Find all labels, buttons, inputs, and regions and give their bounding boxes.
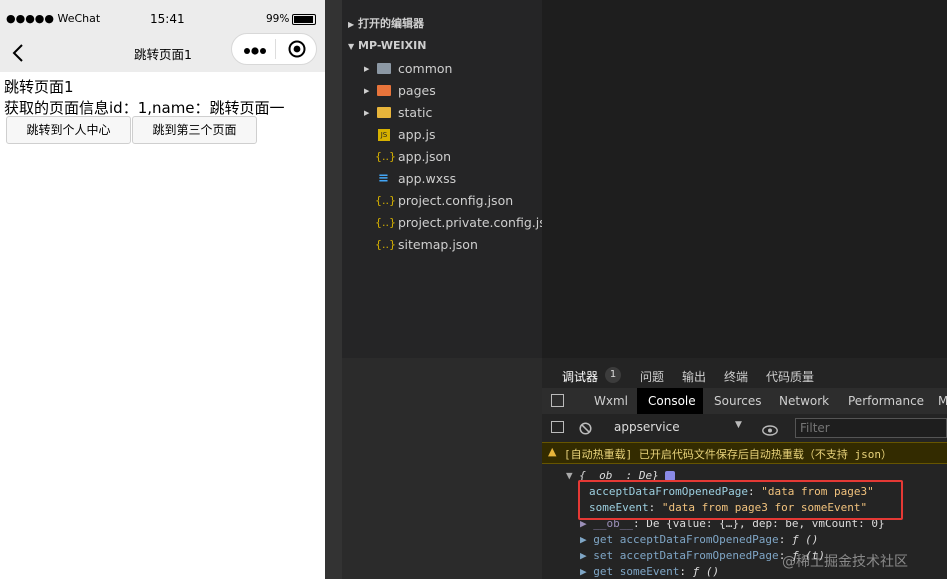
capsule-divider — [275, 39, 276, 59]
log-line: ▶ get acceptDataFromOpenedPage: ƒ () — [580, 533, 819, 546]
goto-user-center-button[interactable]: 跳转到个人中心 — [6, 116, 131, 144]
goto-third-page-button[interactable]: 跳到第三个页面 — [132, 116, 257, 144]
tab-network[interactable]: Network — [779, 394, 829, 408]
signal-carrier: ●●●●● WeChat — [6, 12, 101, 25]
nav-title: 跳转页面1 — [134, 47, 192, 62]
json-file-icon: {..} — [375, 216, 396, 229]
tab-code-quality[interactable]: 代码质量 — [766, 368, 814, 385]
js-file-icon: JS — [378, 129, 390, 141]
file-explorer: ▶ 打开的编辑器 ▼ MP-WEIXIN ▶ common ▶ pages ▶ … — [342, 0, 558, 358]
tree-item-sitemap[interactable]: {..} sitemap.json — [342, 234, 542, 256]
open-editors-section[interactable]: ▶ 打开的编辑器 — [348, 13, 548, 35]
tab-more[interactable]: M — [938, 394, 947, 408]
tree-item-project-config[interactable]: {..} project.config.json — [342, 190, 542, 212]
context-dropdown-icon[interactable]: ▼ — [735, 420, 742, 430]
warning-icon: ▲ — [548, 445, 557, 458]
json-file-icon: {..} — [375, 238, 396, 251]
log-line: ▶ get someEvent: ƒ () — [580, 565, 720, 578]
devtools-tab-bar: Wxml Console Sources Network Performance… — [542, 388, 947, 414]
chevron-down-icon: ▼ — [348, 42, 355, 51]
warning-row: ▲ [自动热重载] 已开启代码文件保存后自动热重载（不支持 json） — [542, 442, 947, 464]
tree-item-app-js[interactable]: JS app.js — [342, 124, 542, 146]
tab-console[interactable]: Console — [648, 394, 696, 408]
clear-console-icon[interactable] — [579, 420, 592, 435]
status-bar: ●●●●● WeChat 15:41 99% — [0, 0, 325, 36]
tab-problems[interactable]: 问题 — [640, 368, 664, 385]
battery-icon — [292, 14, 316, 25]
sidebar-toggle-icon[interactable] — [551, 421, 564, 433]
tree-item-static[interactable]: ▶ static — [342, 102, 542, 124]
tree-item-project-private-config[interactable]: {..} project.private.config.js... — [342, 212, 558, 234]
eye-icon[interactable] — [762, 421, 778, 436]
watermark: @稀土掘金技术社区 — [782, 554, 908, 570]
more-dots-icon[interactable] — [242, 42, 270, 56]
tree-item-common[interactable]: ▶ common — [342, 58, 542, 80]
battery-percent: 99% — [266, 13, 290, 25]
tab-sources[interactable]: Sources — [714, 394, 761, 408]
page-heading: 跳转页面1 — [4, 78, 74, 96]
panel-gutter — [325, 0, 342, 579]
folder-yellow-icon — [377, 107, 391, 118]
json-file-icon: {..} — [375, 150, 396, 163]
page-info: 获取的页面信息id：1,name：跳转页面一 — [4, 99, 285, 117]
close-miniprogram-icon[interactable] — [288, 40, 306, 58]
pages-folder-icon — [377, 85, 391, 96]
context-select[interactable]: appservice — [614, 420, 680, 434]
tab-wxml[interactable]: Wxml — [594, 394, 628, 408]
editor-area — [542, 0, 947, 358]
chevron-right-icon: ▶ — [364, 87, 370, 95]
json-file-icon: {..} — [375, 194, 396, 207]
project-root[interactable]: ▼ MP-WEIXIN — [348, 35, 548, 57]
filter-input[interactable] — [795, 418, 947, 438]
chevron-right-icon: ▶ — [364, 109, 370, 117]
chevron-down-icon: ▼ — [566, 469, 573, 482]
warning-text: [自动热重载] 已开启代码文件保存后自动热重载（不支持 json） — [564, 448, 892, 461]
tree-item-pages[interactable]: ▶ pages — [342, 80, 542, 102]
inspect-element-icon[interactable] — [551, 394, 564, 407]
tab-output[interactable]: 输出 — [682, 368, 706, 385]
problem-count-badge: 1 — [605, 367, 621, 383]
folder-icon — [377, 63, 391, 74]
tab-performance[interactable]: Performance — [848, 394, 924, 408]
back-arrow-icon[interactable] — [11, 43, 25, 63]
chevron-right-icon: ▶ — [348, 20, 355, 29]
tree-item-app-wxss[interactable]: ≡ app.wxss — [342, 168, 542, 190]
console-toolbar: appservice ▼ — [542, 416, 947, 440]
tab-debugger[interactable]: 调试器 — [562, 368, 599, 389]
css-file-icon: ≡ — [378, 171, 389, 186]
status-time: 15:41 — [150, 12, 185, 26]
tab-terminal[interactable]: 终端 — [724, 368, 748, 385]
highlight-box — [578, 480, 903, 520]
tree-item-app-json[interactable]: {..} app.json — [342, 146, 542, 168]
menu-capsule — [231, 33, 317, 65]
chevron-right-icon: ▶ — [364, 65, 370, 73]
